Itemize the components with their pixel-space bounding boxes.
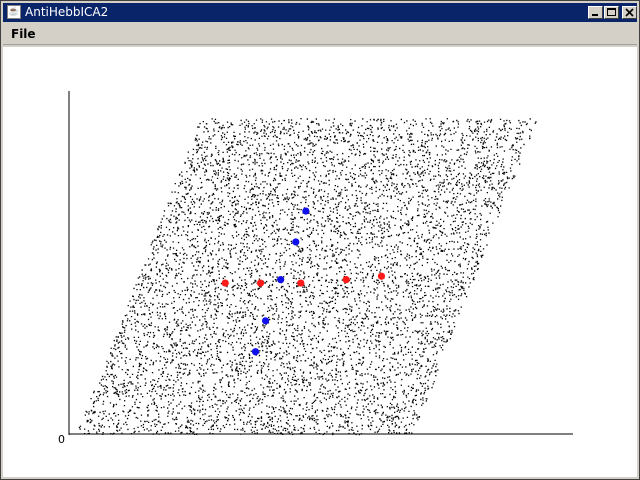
minimize-icon	[592, 14, 598, 16]
window-title: AntiHebbICA2	[25, 5, 109, 19]
blue-marker	[302, 207, 310, 215]
menu-bar: File	[3, 24, 637, 45]
red-marker	[377, 272, 386, 280]
title-bar[interactable]: ☕ AntiHebbICA2	[3, 3, 637, 22]
plot-canvas: 0	[3, 47, 637, 477]
close-icon	[625, 8, 634, 17]
scatter-plot: 0	[58, 91, 573, 446]
maximize-button[interactable]	[604, 6, 619, 19]
black-point-cloud	[78, 118, 537, 436]
red-marker	[342, 276, 350, 284]
blue-marker	[261, 317, 270, 325]
origin-label: 0	[58, 433, 65, 446]
blue-marker	[277, 276, 285, 284]
close-button[interactable]	[622, 6, 637, 19]
data-points	[78, 118, 537, 436]
red-marker	[297, 279, 305, 287]
red-marker	[256, 279, 265, 287]
minimize-button[interactable]	[588, 6, 603, 19]
menu-file[interactable]: File	[11, 27, 36, 41]
app-window: ☕ AntiHebbICA2 File 0	[0, 0, 640, 480]
blue-marker	[251, 348, 260, 356]
java-app-icon[interactable]: ☕	[7, 5, 21, 19]
red-marker	[221, 279, 229, 287]
blue-marker	[292, 238, 300, 246]
